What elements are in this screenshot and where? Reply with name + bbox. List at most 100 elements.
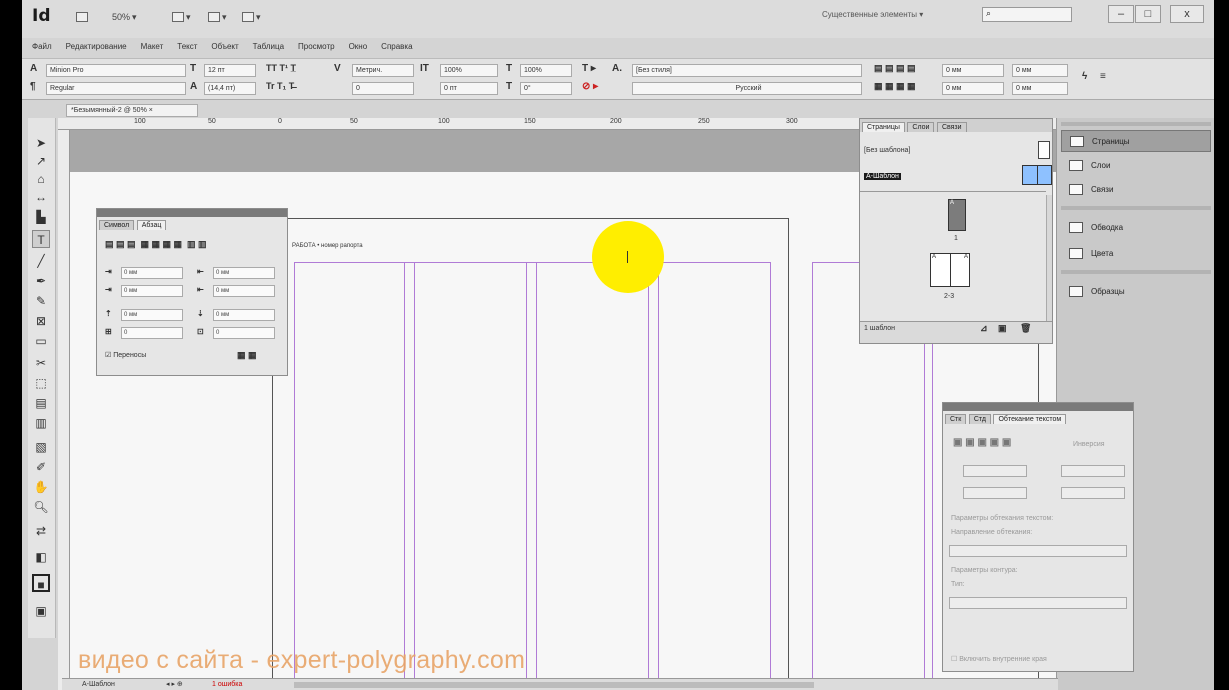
tab-links[interactable]: Связи: [936, 122, 967, 132]
panel-grip[interactable]: [943, 403, 1133, 411]
horizontal-scale-field[interactable]: 100%: [520, 64, 572, 77]
menu-layout[interactable]: Макет: [141, 40, 164, 54]
none-master-item[interactable]: [Без шаблона]: [864, 147, 910, 154]
grid-align-icon[interactable]: ▦ ▦: [237, 350, 257, 361]
menu-edit[interactable]: Редактирование: [66, 40, 127, 54]
minimize-button[interactable]: –: [1108, 5, 1134, 23]
preflight-status[interactable]: 1 ошибка: [212, 679, 242, 690]
dock-layers[interactable]: Слои: [1061, 154, 1211, 176]
page-size-icon[interactable]: ⊿: [980, 323, 988, 334]
wrap-direction-select[interactable]: [949, 545, 1127, 557]
master-page-select[interactable]: А-Шаблон: [82, 679, 115, 690]
drop-cap-chars-field[interactable]: 0: [213, 327, 275, 339]
page-1-thumb[interactable]: A: [948, 199, 966, 231]
menu-file[interactable]: Файл: [32, 40, 52, 54]
kerning-select[interactable]: Метрич.: [352, 64, 414, 77]
panel-menu-icon[interactable]: ≡: [1100, 71, 1106, 82]
dock-stroke[interactable]: Обводка: [1061, 216, 1211, 238]
lightning-icon[interactable]: ϟ: [1082, 71, 1087, 82]
zoom-tool-icon[interactable]: 🔍︎: [32, 498, 50, 516]
paragraph-align-buttons-icon[interactable]: ▤ ▤ ▤ ▦ ▦ ▦ ▦ ▥ ▥: [105, 239, 207, 250]
pages-scrollbar[interactable]: [1046, 195, 1052, 321]
rectangle-frame-tool-icon[interactable]: ⊠: [32, 312, 50, 330]
horizontal-scrollbar[interactable]: [294, 682, 814, 688]
leading-field[interactable]: (14,4 пт): [204, 82, 256, 95]
tab-pages[interactable]: Страницы: [862, 122, 905, 132]
invert-checkbox[interactable]: Инверсия: [1073, 441, 1105, 448]
right-offset-field[interactable]: [1061, 487, 1125, 499]
menu-view[interactable]: Просмотр: [298, 40, 335, 54]
menu-window[interactable]: Окно: [349, 40, 368, 54]
eyedropper-tool-icon[interactable]: ✐: [32, 458, 50, 476]
paragraph-mode-icon[interactable]: ¶: [30, 81, 36, 92]
screen-mode-icon[interactable]: ▣: [32, 602, 50, 620]
content-collector-icon[interactable]: ▙: [32, 208, 50, 226]
left-indent-field[interactable]: 0 мм: [121, 267, 183, 279]
page-nav-icon[interactable]: ◂ ▸ ⊕: [166, 679, 183, 690]
font-size-field[interactable]: 12 пт: [204, 64, 256, 77]
language-select[interactable]: Русский: [632, 82, 862, 95]
delete-page-icon[interactable]: 🗑︎: [1020, 323, 1031, 334]
all-caps-icon[interactable]: TT T¹ T̲: [266, 63, 296, 73]
tab-layers[interactable]: Слои: [907, 122, 935, 132]
character-mode-icon[interactable]: A: [30, 63, 37, 74]
menu-type[interactable]: Текст: [177, 40, 197, 54]
tab-paragraph[interactable]: Абзац: [136, 220, 167, 230]
hand-tool-icon[interactable]: ✋: [32, 478, 50, 496]
workspace-switcher[interactable]: Существенные элементы ▾: [822, 10, 923, 19]
page-tool-icon[interactable]: ⌂: [32, 170, 50, 188]
gap-tool-icon[interactable]: ↔: [32, 188, 50, 206]
justify-buttons-icon[interactable]: ▦ ▦ ▦ ▦: [874, 81, 916, 92]
space-before-field[interactable]: 0 мм: [1012, 64, 1068, 77]
wrap-mode-buttons-icon[interactable]: ▣ ▣ ▣ ▣ ▣: [953, 437, 1011, 448]
dock-links[interactable]: Связи: [1061, 178, 1211, 200]
direct-selection-tool-icon[interactable]: ↗: [32, 152, 50, 170]
tab-character[interactable]: Символ: [99, 220, 135, 230]
gradient-swatch-tool-icon[interactable]: ▤: [32, 394, 50, 412]
document-tab[interactable]: *Безымянный-2 @ 50% ×: [66, 104, 198, 117]
small-caps-icon[interactable]: Tr T₁ T̶: [266, 81, 294, 91]
space-before-field[interactable]: 0 мм: [121, 309, 183, 321]
close-button[interactable]: x: [1170, 5, 1204, 23]
font-family-select[interactable]: Minion Pro: [46, 64, 186, 77]
zoom-dropdown[interactable]: 50% ▾: [112, 10, 137, 24]
new-page-icon[interactable]: ▣: [998, 323, 1007, 334]
hyphenation-checkbox[interactable]: ☑ Переносы: [105, 351, 146, 359]
dock-swatches[interactable]: Цвета: [1061, 242, 1211, 264]
contour-type-select[interactable]: [949, 597, 1127, 609]
fill-text-icon[interactable]: T ▸: [582, 63, 596, 74]
search-input[interactable]: ⌕: [982, 7, 1072, 22]
skew-field[interactable]: 0°: [520, 82, 572, 95]
tab-stroke-small[interactable]: Стк: [945, 414, 967, 424]
baseline-shift-field[interactable]: 0 пт: [440, 82, 498, 95]
pencil-tool-icon[interactable]: ✎: [32, 292, 50, 310]
master-a-thumb[interactable]: [1022, 165, 1052, 185]
vertical-scale-field[interactable]: 100%: [440, 64, 498, 77]
menu-object[interactable]: Объект: [211, 40, 238, 54]
char-style-select[interactable]: [Без стиля]: [632, 64, 862, 77]
free-transform-tool-icon[interactable]: ⬚: [32, 374, 50, 392]
gradient-feather-tool-icon[interactable]: ▥: [32, 414, 50, 432]
rectangle-tool-icon[interactable]: ▭: [32, 332, 50, 350]
view-options-button[interactable]: ▾: [172, 10, 191, 24]
selection-tool-icon[interactable]: ➤: [32, 134, 50, 152]
fill-stroke-swap-icon[interactable]: ⇄: [32, 522, 50, 540]
stroke-text-icon[interactable]: ⊘ ▸: [582, 81, 598, 92]
right-indent-field[interactable]: 0 мм: [213, 267, 275, 279]
inner-edges-checkbox[interactable]: ☐ Включить внутренние края: [951, 655, 1047, 663]
spread-2-3-thumb[interactable]: A A: [930, 253, 970, 287]
space-after-field[interactable]: 0 мм: [213, 309, 275, 321]
scissors-tool-icon[interactable]: ✂: [32, 354, 50, 372]
indent-left-field[interactable]: 0 мм: [942, 64, 1004, 77]
master-a-item[interactable]: A-Шаблон: [864, 173, 901, 180]
align-buttons-icon[interactable]: ▤ ▤ ▤ ▤: [874, 63, 916, 74]
space-after-field[interactable]: 0 мм: [1012, 82, 1068, 95]
menu-help[interactable]: Справка: [381, 40, 412, 54]
left-offset-field[interactable]: [1061, 465, 1125, 477]
screen-mode-button[interactable]: ▾: [208, 10, 227, 24]
line-tool-icon[interactable]: ╱: [32, 252, 50, 270]
maximize-button[interactable]: □: [1135, 5, 1161, 23]
tab-text-wrap[interactable]: Обтекание текстом: [993, 414, 1067, 424]
note-tool-icon[interactable]: ▧: [32, 438, 50, 456]
arrange-docs-button[interactable]: ▾: [242, 10, 261, 24]
